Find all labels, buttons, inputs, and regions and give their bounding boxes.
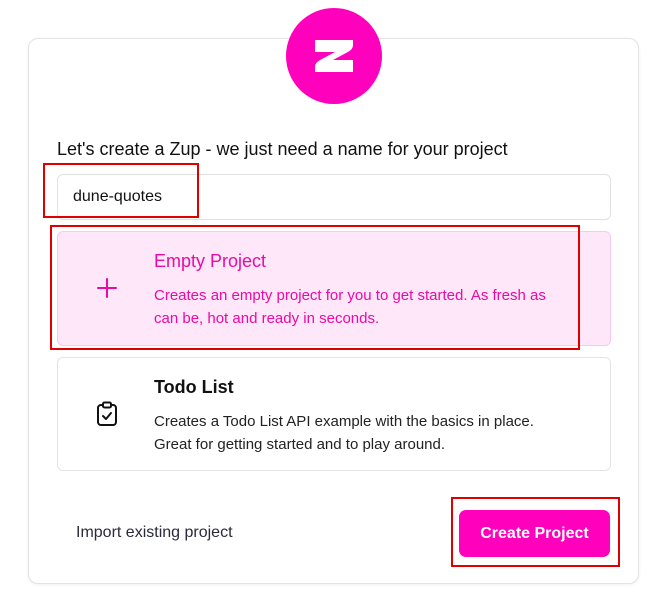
clipboard-check-icon: [94, 401, 120, 427]
option-description: Creates an empty project for you to get …: [154, 287, 546, 327]
option-description: Creates a Todo List API example with the…: [154, 413, 534, 453]
option-todo-list[interactable]: Todo List Creates a Todo List API exampl…: [57, 357, 611, 471]
project-name-input[interactable]: [57, 174, 611, 220]
create-project-button[interactable]: Create Project: [459, 510, 610, 557]
import-existing-project-link[interactable]: Import existing project: [76, 524, 233, 542]
zup-logo-icon: [286, 8, 382, 104]
option-empty-project[interactable]: Empty Project Creates an empty project f…: [57, 231, 611, 346]
page-heading: Let's create a Zup - we just need a name…: [57, 139, 508, 159]
option-title: Empty Project: [154, 251, 267, 271]
plus-icon: [94, 275, 120, 301]
zup-logo-glyph: [315, 40, 353, 72]
option-title: Todo List: [154, 377, 234, 397]
